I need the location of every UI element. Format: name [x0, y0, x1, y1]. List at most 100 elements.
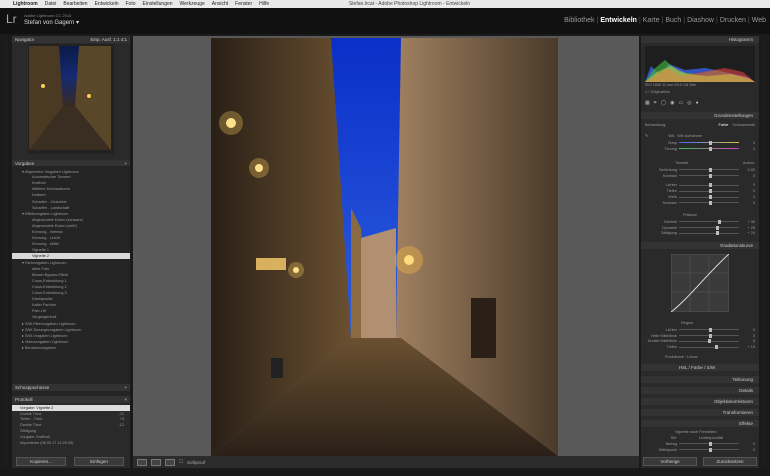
presence-sliders: Klarheit + 30 Dynamik + 25 Sättigung + 24	[641, 219, 759, 236]
grid-overlay-icon[interactable]: ▦	[645, 100, 650, 106]
snapshots-title: Schnappschüsse	[15, 385, 50, 390]
module-picker: Bibliothek | Entwickeln | Karte | Buch | Dia…	[564, 17, 766, 24]
before-after-icon[interactable]	[165, 458, 175, 466]
basic-header[interactable]: Grundeinstellungen	[641, 112, 759, 119]
module-karte[interactable]: Karte	[643, 17, 660, 24]
loupe-view-icon[interactable]	[137, 458, 147, 466]
left-panel: Navigator Einp. Ausf. 1:1 4:1 Vorgaben +…	[12, 36, 130, 468]
compare-view-icon[interactable]	[151, 458, 161, 466]
curve-shadows-slider[interactable]: Tiefen + 19	[641, 344, 759, 350]
tone-heading: Tonwert Autom.	[675, 160, 755, 165]
histogram-title: Histogramm	[728, 37, 753, 42]
checkbox-icon: ☐	[645, 90, 649, 95]
curve-sliders: Lichter 0 Helle Mitteltöne 0 Dunkle Mittel…	[641, 327, 759, 350]
module-entwickeln[interactable]: Entwickeln	[600, 17, 637, 24]
bw-treatment-option[interactable]: Schwarzweiß	[732, 123, 755, 127]
treatment-row: Behandlung: Farbe Schwarzweiß	[645, 122, 755, 127]
previous-button[interactable]: Vorherige	[643, 457, 697, 466]
menu-datei[interactable]: Datei	[45, 1, 57, 7]
softproof-label: Softproof	[187, 459, 206, 465]
module-bibliothek[interactable]: Bibliothek	[564, 17, 594, 24]
preset-folder[interactable]: ▸ Benutzervorgaben	[12, 345, 130, 351]
tone-sliders: Belichtung 0,00 Kontrast 0 Lichter 0 Tiefen…	[641, 167, 759, 206]
clear-history-icon[interactable]: ×	[124, 397, 127, 402]
auto-tone-button[interactable]: Autom.	[743, 161, 755, 165]
add-snapshot-icon[interactable]: +	[124, 385, 127, 390]
menu-einstellungen[interactable]: Einstellungen	[143, 1, 173, 7]
adjustment-brush-icon[interactable]: ●	[696, 100, 699, 106]
right-panel: Histogramm ISO 1600 11 mm f/4,0 1/8 Sek.…	[641, 36, 759, 468]
navigator-header[interactable]: Navigator Einp. Ausf. 1:1 4:1	[12, 36, 130, 43]
region-heading: Region	[681, 320, 694, 325]
module-web[interactable]: Web	[752, 17, 766, 24]
reset-button[interactable]: Zurücksetzen	[703, 457, 757, 466]
histogram-graph[interactable]	[645, 46, 755, 82]
tone-curve-graph[interactable]	[671, 254, 729, 312]
original-photo-checkbox[interactable]: ☐ Originalfoto	[641, 89, 759, 95]
radial-filter-icon[interactable]: ◎	[687, 100, 691, 106]
module-diashow[interactable]: Diashow	[687, 17, 714, 24]
details-header[interactable]: Details	[641, 387, 759, 394]
lens-corrections-header[interactable]: Objektivkorrekturen	[641, 398, 759, 405]
histogram-header[interactable]: Histogramm	[641, 36, 759, 43]
module-buch[interactable]: Buch	[665, 17, 681, 24]
right-panel-toggle[interactable]	[762, 36, 767, 468]
menu-lightroom[interactable]: Lightroom	[13, 1, 38, 7]
main-photo[interactable]	[211, 38, 558, 456]
red-eye-icon[interactable]: ◉	[670, 100, 674, 106]
loupe-toolbar: ☐ Softproof	[133, 456, 639, 468]
menu-bar: Lightroom Datei Bearbeiten Entwickeln Fo…	[0, 0, 770, 8]
tool-strip: ▦ ⌗ ◯ ◉ ▭ ◎ ●	[645, 99, 755, 107]
graduated-filter-icon[interactable]: ▭	[679, 100, 684, 106]
tone-curve-header[interactable]: Gradationskurve	[641, 242, 759, 249]
snapshots-header[interactable]: Schnappschüsse +	[12, 384, 130, 391]
vignette-style-select[interactable]: Lichterpriorität	[699, 436, 723, 440]
menu-hilfe[interactable]: Hilfe	[259, 1, 269, 7]
spot-removal-icon[interactable]: ◯	[661, 100, 667, 106]
navigator-title: Navigator	[15, 37, 35, 42]
hsl-header[interactable]: HSL / Farbe / S/W	[641, 364, 759, 371]
vignette-sliders: Betrag 0 Mittelpunkt 0	[641, 441, 759, 453]
menu-bearbeiten[interactable]: Bearbeiten	[63, 1, 87, 7]
history-list: Vorgabe: Vignette 2 Dunkle Töne -11 Tiefe…	[12, 405, 130, 446]
presence-heading: Präsenz	[683, 212, 697, 217]
saturation-slider[interactable]: Sättigung + 24	[641, 231, 759, 237]
menu-entwickeln[interactable]: Entwickeln	[95, 1, 119, 7]
softproof-checkbox-icon[interactable]: ☐	[179, 459, 183, 465]
history-item[interactable]: Importieren (06.05.17 14:29:33)	[12, 440, 130, 446]
street-photo-image	[211, 38, 558, 456]
navigator-zoom-options[interactable]: Einp. Ausf. 1:1 4:1	[90, 37, 127, 42]
wb-select[interactable]: Wie Aufnahme	[677, 134, 702, 138]
vignette-style-row: Stil: Lichterpriorität	[670, 435, 724, 440]
exif-info: ISO 1600 11 mm f/4,0 1/8 Sek.	[645, 82, 697, 87]
navigator-preview[interactable]	[29, 46, 111, 150]
split-toning-header[interactable]: Teiltonung	[641, 376, 759, 383]
vignette-heading: Vignette nach Freistellen	[675, 429, 717, 434]
eyedropper-icon[interactable]: ✎	[645, 133, 648, 138]
blacks-slider[interactable]: Schwarz 0	[641, 200, 759, 206]
history-header[interactable]: Protokoll ×	[12, 396, 130, 403]
presets-list: ▾ Allgemeine Vorgaben Lightroom Automati…	[12, 166, 130, 396]
menu-ansicht[interactable]: Ansicht	[212, 1, 228, 7]
tint-slider[interactable]: Tönung 0	[641, 146, 759, 152]
point-curve-select[interactable]: Punktkurve : Linear	[641, 354, 759, 360]
transform-header[interactable]: Transformieren	[641, 409, 759, 416]
menu-werkzeuge[interactable]: Werkzeuge	[180, 1, 205, 7]
wb-sliders: Temp 0 Tönung 0	[641, 140, 759, 152]
product-name: Adobe Lightroom CC 2015	[24, 13, 72, 18]
copy-settings-button[interactable]: Kopieren...	[16, 457, 66, 466]
contrast-slider[interactable]: Kontrast 0	[641, 173, 759, 179]
effects-header[interactable]: Effekte	[641, 420, 759, 427]
color-treatment-option[interactable]: Farbe	[719, 123, 729, 127]
menu-foto[interactable]: Foto	[126, 1, 136, 7]
user-name[interactable]: Stefan von Gagern ▾	[24, 19, 79, 26]
paste-settings-button[interactable]: Einfügen	[74, 457, 124, 466]
history-title: Protokoll	[15, 397, 33, 402]
module-drucken[interactable]: Drucken	[720, 17, 746, 24]
navigator-preview-image	[29, 46, 111, 150]
vignette-midpoint-slider[interactable]: Mittelpunkt 0	[641, 447, 759, 453]
wb-row: ✎ WA: Wie Aufnahme	[645, 133, 702, 139]
crop-icon[interactable]: ⌗	[654, 100, 657, 106]
menu-fenster[interactable]: Fenster	[235, 1, 252, 7]
left-panel-toggle[interactable]	[3, 36, 8, 468]
